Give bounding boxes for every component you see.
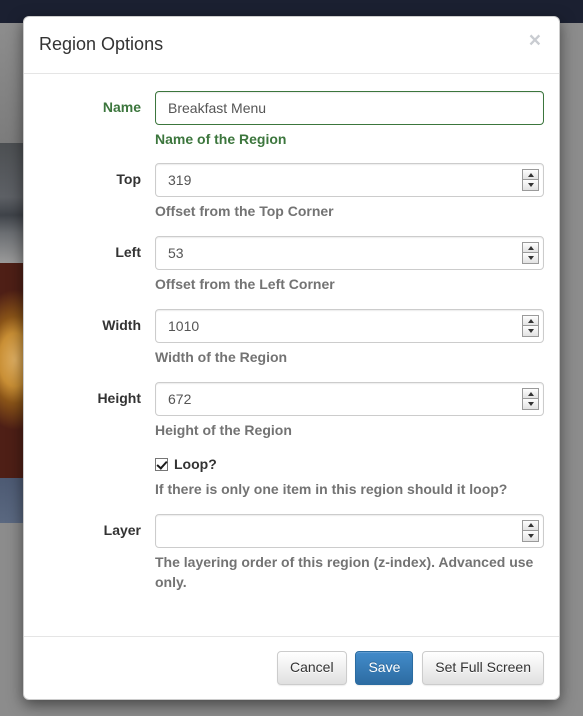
modal-body: Name Name of the Region Top Offset from …: [24, 74, 559, 637]
caret-down-icon[interactable]: [523, 253, 538, 264]
caret-up-icon[interactable]: [523, 520, 538, 531]
modal-title: Region Options: [39, 34, 164, 54]
caret-up-icon[interactable]: [523, 170, 538, 181]
form-group-width: Width Width of the Region: [39, 309, 544, 368]
name-input[interactable]: [155, 90, 544, 125]
spinner-layer: [522, 519, 539, 542]
label-width: Width: [102, 317, 141, 334]
cancel-button[interactable]: Cancel: [276, 651, 347, 685]
number-input-width: [155, 309, 544, 344]
save-button[interactable]: Save: [355, 651, 414, 685]
number-input-height: [155, 382, 544, 417]
help-name: Name of the Region: [155, 130, 287, 147]
label-height: Height: [97, 390, 141, 407]
field-wrap-width: Width of the Region: [155, 309, 544, 368]
caret-up-icon[interactable]: [523, 316, 538, 327]
form-group-top: Top Offset from the Top Corner: [39, 163, 544, 222]
form-group-left: Left Offset from the Left Corner: [39, 236, 544, 295]
close-icon[interactable]: ×: [525, 28, 545, 53]
label-layer: Layer: [103, 521, 141, 538]
set-full-screen-button[interactable]: Set Full Screen: [422, 651, 544, 685]
background-content-sliver: [0, 23, 25, 716]
left-input[interactable]: [155, 236, 544, 271]
help-top: Offset from the Top Corner: [155, 203, 334, 220]
caret-down-icon[interactable]: [523, 399, 538, 410]
spinner-width: [522, 315, 539, 338]
loop-checkbox-row: Loop?: [155, 455, 544, 475]
modal-footer: Cancel Save Set Full Screen: [24, 636, 559, 699]
number-input-layer: [155, 513, 544, 548]
help-height: Height of the Region: [155, 422, 292, 439]
field-wrap-height: Height of the Region: [155, 382, 544, 441]
field-wrap-name: Name of the Region: [155, 90, 544, 150]
help-loop: If there is only one item in this region…: [155, 480, 508, 497]
background-band-gray-bottom: [0, 523, 25, 716]
field-wrap-left: Offset from the Left Corner: [155, 236, 544, 295]
spinner-left: [522, 242, 539, 265]
caret-down-icon[interactable]: [523, 530, 538, 541]
loop-label[interactable]: Loop?: [174, 455, 217, 475]
form-group-name: Name Name of the Region: [39, 90, 544, 150]
form-group-layer: Layer The layering order of this region …: [39, 513, 544, 593]
form-group-height: Height Height of the Region: [39, 382, 544, 441]
field-wrap-layer: The layering order of this region (z-ind…: [155, 513, 544, 593]
label-top: Top: [116, 171, 141, 188]
number-input-left: [155, 236, 544, 271]
form-group-loop: Loop? If there is only one item in this …: [39, 455, 544, 500]
help-width: Width of the Region: [155, 349, 288, 366]
top-input[interactable]: [155, 163, 544, 198]
layer-input[interactable]: [155, 513, 544, 548]
field-wrap-loop: Loop? If there is only one item in this …: [155, 455, 544, 500]
height-input[interactable]: [155, 382, 544, 417]
background-band-blue: [0, 478, 25, 523]
label-left: Left: [115, 244, 141, 261]
help-layer: The layering order of this region (z-ind…: [155, 553, 534, 590]
width-input[interactable]: [155, 309, 544, 344]
modal-header: Region Options ×: [24, 17, 559, 74]
caret-down-icon[interactable]: [523, 326, 538, 337]
field-wrap-top: Offset from the Top Corner: [155, 163, 544, 222]
help-left: Offset from the Left Corner: [155, 276, 335, 293]
spinner-height: [522, 388, 539, 411]
spinner-top: [522, 169, 539, 192]
background-band-gray-top: [0, 23, 25, 143]
background-image-thumbnail-1: [0, 143, 25, 263]
caret-down-icon[interactable]: [523, 180, 538, 191]
loop-checkbox[interactable]: [155, 458, 168, 472]
background-image-thumbnail-2: [0, 263, 25, 478]
caret-up-icon[interactable]: [523, 389, 538, 400]
region-options-modal: Region Options × Name Name of the Region…: [23, 16, 560, 700]
number-input-top: [155, 163, 544, 198]
label-name: Name: [102, 98, 141, 115]
caret-up-icon[interactable]: [523, 243, 538, 254]
